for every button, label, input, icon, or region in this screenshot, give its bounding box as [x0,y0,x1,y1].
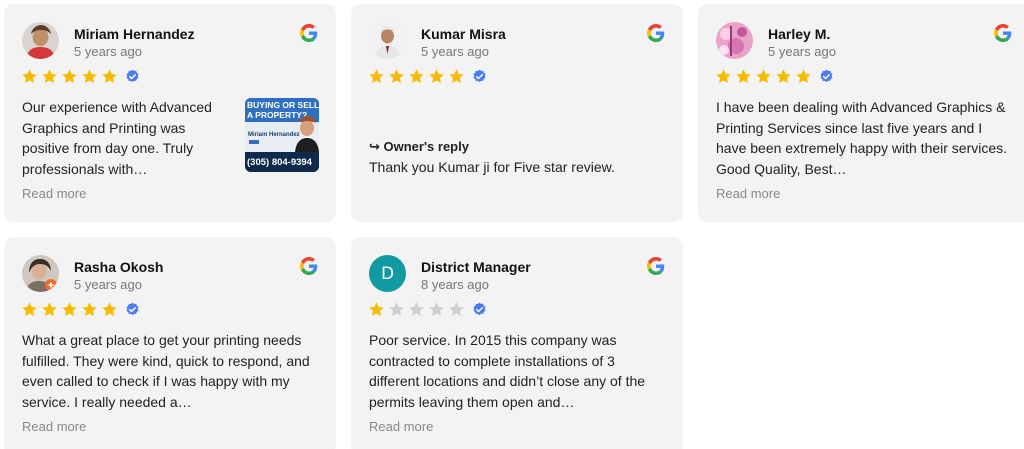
star-empty-icon [428,301,445,318]
star-rating [21,68,140,85]
review-card: D District Manager 8 years ago Poor serv… [351,237,683,449]
review-time: 5 years ago [74,44,142,59]
star-filled-icon [368,68,385,85]
google-icon [647,257,665,275]
google-icon [300,24,318,42]
photo-headline-2: A PROPERTY? [247,110,307,120]
star-filled-icon [41,301,58,318]
star-filled-icon [448,68,465,85]
reviewer-avatar [369,22,406,59]
review-time: 8 years ago [421,277,489,292]
star-filled-icon [41,68,58,85]
review-time: 5 years ago [74,277,142,292]
star-empty-icon [388,301,405,318]
google-icon [300,257,318,275]
photo-headline-1: BUYING OR SELLIN [247,100,319,110]
google-icon [647,24,665,42]
photo-phone: (305) 804-9394 [247,157,313,168]
read-more-link[interactable]: Read more [22,419,86,434]
owner-reply-text: Thank you Kumar ji for Five star review. [369,159,615,175]
star-filled-icon [101,68,118,85]
reviewer-name[interactable]: Rasha Okosh [74,259,163,275]
review-card: Harley M. 5 years ago I have been dealin… [698,4,1024,222]
review-text: Poor service. In 2015 this company was c… [369,332,646,410]
star-rating [21,301,140,318]
star-filled-icon [775,68,792,85]
review-photo[interactable]: BUYING OR SELLIN A PROPERTY? Miriam Hern… [245,98,319,172]
star-filled-icon [368,301,385,318]
read-more-link[interactable]: Read more [716,186,780,201]
review-card: Kumar Misra 5 years ago ↪ Owner's reply … [351,4,683,222]
reviewer-name[interactable]: District Manager [421,259,531,275]
verified-badge-icon [472,302,487,317]
review-text: Our experience with Advanced Graphics an… [22,99,212,177]
star-filled-icon [61,301,78,318]
star-filled-icon [388,68,405,85]
review-time: 5 years ago [768,44,836,59]
photo-agent-name: Miriam Hernandez [248,132,300,138]
star-filled-icon [61,68,78,85]
star-filled-icon [795,68,812,85]
review-card: Rasha Okosh 5 years ago What a great pla… [4,237,336,449]
star-empty-icon [448,301,465,318]
star-rating [715,68,834,85]
star-rating [368,301,487,318]
star-filled-icon [81,68,98,85]
verified-badge-icon [472,69,487,84]
star-filled-icon [21,68,38,85]
read-more-link[interactable]: Read more [22,186,86,201]
star-filled-icon [21,301,38,318]
reviewer-name[interactable]: Miriam Hernandez [74,26,195,42]
reviewer-name[interactable]: Kumar Misra [421,26,506,42]
reviewer-avatar: D [369,255,406,292]
review-text: I have been dealing with Advanced Graphi… [716,99,1008,177]
star-filled-icon [735,68,752,85]
star-filled-icon [428,68,445,85]
star-filled-icon [755,68,772,85]
owner-reply-label: ↪ Owner's reply [369,139,469,154]
review-text: What a great place to get your printing … [22,332,310,410]
reviewer-avatar [22,22,59,59]
verified-badge-icon [819,69,834,84]
verified-badge-icon [125,69,140,84]
reviewer-name[interactable]: Harley M. [768,26,830,42]
review-time: 5 years ago [421,44,489,59]
star-filled-icon [101,301,118,318]
star-rating [368,68,487,85]
google-icon [994,24,1012,42]
star-empty-icon [408,301,425,318]
reviewer-avatar [22,255,59,292]
star-filled-icon [715,68,732,85]
star-filled-icon [408,68,425,85]
verified-badge-icon [125,302,140,317]
reviewer-avatar [716,22,753,59]
star-filled-icon [81,301,98,318]
read-more-link[interactable]: Read more [369,419,433,434]
review-card: Miriam Hernandez 5 years ago Our experie… [4,4,336,222]
